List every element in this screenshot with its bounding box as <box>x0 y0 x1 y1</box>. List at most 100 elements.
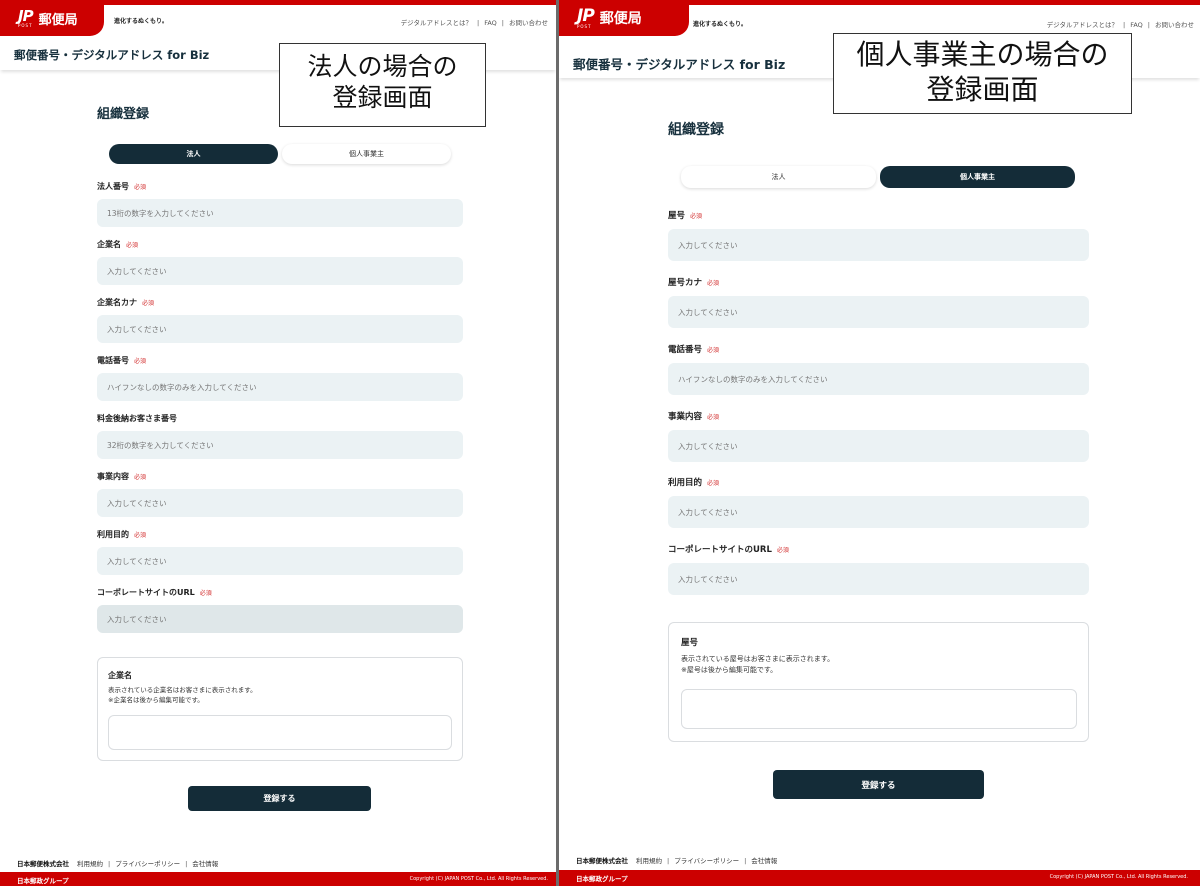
field-label: 事業内容 <box>668 410 702 422</box>
link-contact[interactable]: お問い合わせ <box>1155 21 1194 29</box>
company-name-kana-input[interactable]: 入力してください <box>97 315 463 343</box>
required-badge: 必須 <box>142 298 154 307</box>
business-content-input[interactable]: 入力してください <box>668 430 1089 462</box>
link-terms[interactable]: 利用規約 <box>77 860 103 868</box>
trade-name-kana-input[interactable]: 入力してください <box>668 296 1089 328</box>
right-panel: JPPOST 郵便局 進化するぬくもり。 デジタルアドレスとは？|FAQ|お問い… <box>559 0 1200 886</box>
field-company-name-kana: 企業名カナ必須 入力してください <box>97 297 463 343</box>
copyright: Copyright (C) JAPAN POST Co., Ltd. All R… <box>1050 874 1188 880</box>
footer-bar: 日本郵政グループ Copyright (C) JAPAN POST Co., L… <box>559 870 1200 886</box>
required-badge: 必須 <box>134 356 146 365</box>
logo-tab[interactable]: JPPOST 郵便局 <box>0 0 104 36</box>
slogan: 進化するぬくもり。 <box>693 19 747 28</box>
business-content-input[interactable]: 入力してください <box>97 489 463 517</box>
corporate-url-input[interactable]: 入力してください <box>97 605 463 633</box>
link-terms[interactable]: 利用規約 <box>636 857 662 865</box>
entity-type-tabs: 法人 個人事業主 <box>109 144 451 164</box>
purpose-input[interactable]: 入力してください <box>668 496 1089 528</box>
display-name-box: 企業名 表示されている企業名はお客さまに表示されます。 ※企業名は後から編集可能… <box>97 657 463 761</box>
copyright: Copyright (C) JAPAN POST Co., Ltd. All R… <box>410 876 548 882</box>
top-links: デジタルアドレスとは？|FAQ|お問い合わせ <box>401 17 548 27</box>
logo-tab[interactable]: JPPOST 郵便局 <box>559 0 689 36</box>
display-name-input[interactable] <box>681 689 1077 729</box>
brand-name: 郵便局 <box>39 9 78 28</box>
company-name-input[interactable]: 入力してください <box>97 257 463 285</box>
slogan: 進化するぬくもり。 <box>114 16 168 25</box>
link-privacy[interactable]: プライバシーポリシー <box>674 857 739 865</box>
field-corporate-number: 法人番号必須 13桁の数字を入力してください <box>97 181 463 227</box>
link-company-info[interactable]: 会社情報 <box>751 857 777 865</box>
link-company-info[interactable]: 会社情報 <box>192 860 218 868</box>
jp-post-logo-icon: JPPOST <box>577 8 594 29</box>
jp-post-logo-icon: JPPOST <box>18 9 33 28</box>
callout-line: 登録画面 <box>280 82 485 113</box>
field-corporate-url: コーポレートサイトのURL必須 入力してください <box>97 587 463 633</box>
callout-line: 登録画面 <box>834 72 1131 107</box>
field-label: 屋号 <box>668 209 685 221</box>
trade-name-input[interactable]: 入力してください <box>668 229 1089 261</box>
field-trade-name: 屋号必須 入力してください <box>668 209 1089 261</box>
callout-line: 法人の場合の <box>280 51 485 82</box>
required-badge: 必須 <box>690 211 702 220</box>
field-corporate-url: コーポレートサイトのURL 必須 入力してください <box>668 543 1089 595</box>
link-privacy[interactable]: プライバシーポリシー <box>115 860 180 868</box>
field-label: コーポレートサイトのURL <box>668 543 772 555</box>
info-line: 表示されている屋号はお客さまに表示されます。 <box>681 654 834 665</box>
tab-sole-proprietor[interactable]: 個人事業主 <box>282 144 451 164</box>
register-button[interactable]: 登録する <box>188 786 371 811</box>
field-label: 電話番号 <box>668 343 702 355</box>
info-title: 企業名 <box>108 670 132 681</box>
info-text: 表示されている企業名はお客さまに表示されます。 ※企業名は後から編集可能です。 <box>108 685 257 705</box>
required-badge: 必須 <box>134 530 146 539</box>
top-links: デジタルアドレスとは？|FAQ|お問い合わせ <box>1047 19 1194 29</box>
link-digital-address[interactable]: デジタルアドレスとは？ <box>1047 21 1118 29</box>
company-name: 日本郵便株式会社 <box>17 860 69 868</box>
service-title: 郵便番号・デジタルアドレス for Biz <box>573 54 785 73</box>
required-badge: 必須 <box>707 478 719 487</box>
purpose-input[interactable]: 入力してください <box>97 547 463 575</box>
display-name-box: 屋号 表示されている屋号はお客さまに表示されます。 ※屋号は後から編集可能です。 <box>668 622 1089 742</box>
japan-post-group-logo: 日本郵政グループ <box>17 875 69 885</box>
footer-links: 日本郵便株式会社利用規約|プライバシーポリシー|会社情報 <box>17 858 218 868</box>
phone-input[interactable]: ハイフンなしの数字のみを入力してください <box>668 363 1089 395</box>
footer-bar: 日本郵政グループ Copyright (C) JAPAN POST Co., L… <box>0 872 556 886</box>
required-badge: 必須 <box>707 412 719 421</box>
japan-post-group-logo: 日本郵政グループ <box>576 873 628 883</box>
field-label: 事業内容 <box>97 471 129 482</box>
footer-links: 日本郵便株式会社利用規約|プライバシーポリシー|会社情報 <box>576 855 777 865</box>
entity-type-tabs: 法人 個人事業主 <box>681 166 1075 188</box>
link-contact[interactable]: お問い合わせ <box>509 19 548 27</box>
field-purpose: 利用目的必須 入力してください <box>97 529 463 575</box>
display-name-input[interactable] <box>108 715 452 750</box>
tab-corporation[interactable]: 法人 <box>109 144 278 164</box>
field-postpaid-number: 料金後納お客さま番号 32桁の数字を入力してください <box>97 413 463 459</box>
required-badge: 必須 <box>134 472 146 481</box>
field-phone: 電話番号必須 ハイフンなしの数字のみを入力してください <box>668 343 1089 395</box>
corporate-number-input[interactable]: 13桁の数字を入力してください <box>97 199 463 227</box>
service-title: 郵便番号・デジタルアドレス for Biz <box>14 47 209 63</box>
postpaid-number-input[interactable]: 32桁の数字を入力してください <box>97 431 463 459</box>
field-label: 屋号カナ <box>668 276 702 288</box>
field-business-content: 事業内容必須 入力してください <box>97 471 463 517</box>
register-button[interactable]: 登録する <box>773 770 984 799</box>
form-title: 組織登録 <box>668 119 724 139</box>
phone-input[interactable]: ハイフンなしの数字のみを入力してください <box>97 373 463 401</box>
field-label: 利用目的 <box>668 476 702 488</box>
field-label: 企業名 <box>97 239 121 250</box>
field-phone: 電話番号必須 ハイフンなしの数字のみを入力してください <box>97 355 463 401</box>
corporate-url-input[interactable]: 入力してください <box>668 563 1089 595</box>
required-badge: 必須 <box>777 545 789 554</box>
required-badge: 必須 <box>134 182 146 191</box>
field-label: 法人番号 <box>97 181 129 192</box>
link-digital-address[interactable]: デジタルアドレスとは？ <box>401 19 472 27</box>
info-line: ※屋号は後から編集可能です。 <box>681 665 834 676</box>
link-faq[interactable]: FAQ <box>484 19 497 27</box>
required-badge: 必須 <box>707 345 719 354</box>
link-faq[interactable]: FAQ <box>1130 21 1143 29</box>
left-panel: JPPOST 郵便局 進化するぬくもり。 デジタルアドレスとは？|FAQ|お問い… <box>0 0 556 886</box>
field-business-content: 事業内容必須 入力してください <box>668 410 1089 462</box>
tab-sole-proprietor[interactable]: 個人事業主 <box>880 166 1075 188</box>
tab-corporation[interactable]: 法人 <box>681 166 876 188</box>
info-text: 表示されている屋号はお客さまに表示されます。 ※屋号は後から編集可能です。 <box>681 654 834 676</box>
callout-box: 法人の場合の 登録画面 <box>279 43 486 127</box>
